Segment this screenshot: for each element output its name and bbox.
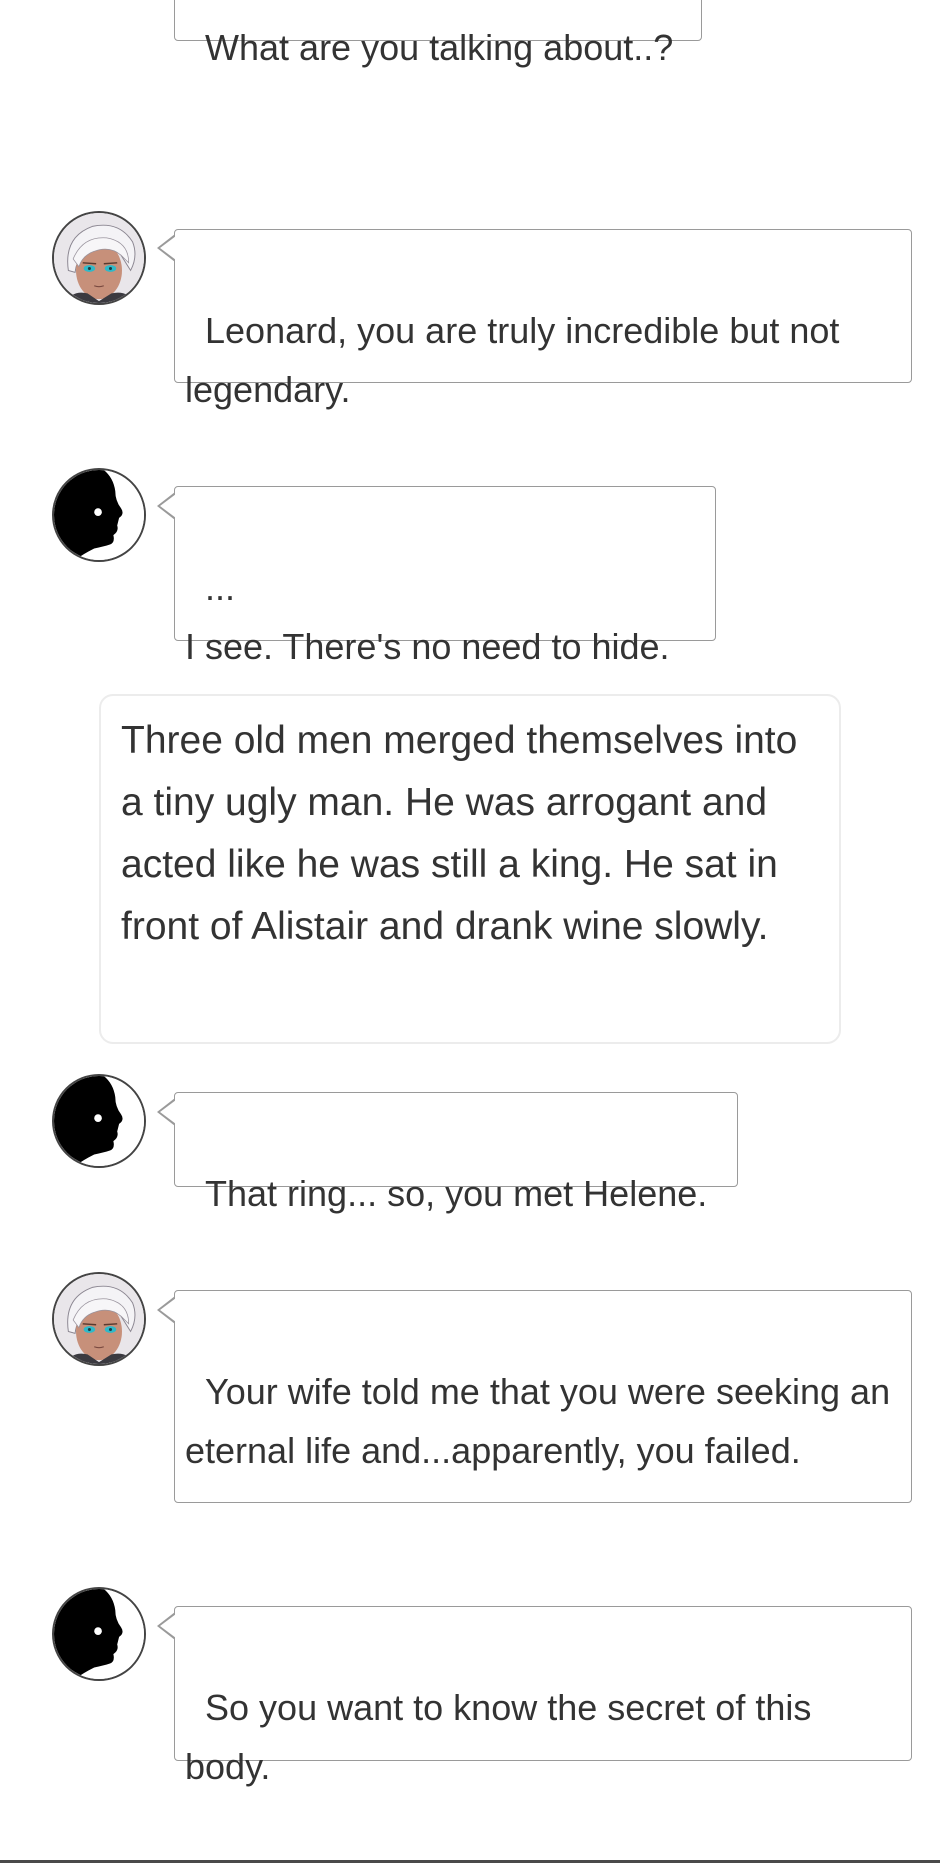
message-text: So you want to know the secret of this b… bbox=[185, 1687, 822, 1787]
message-text: ... I see. There's no need to hide. bbox=[185, 567, 670, 667]
chat-bubble: Leonard, you are truly incredible but no… bbox=[174, 229, 912, 410]
character-avatar-silhouette bbox=[52, 1587, 146, 1681]
message-text: That ring... so, you met Helene. bbox=[205, 1173, 708, 1214]
bubble-tail-fill bbox=[160, 1100, 176, 1124]
message-text: What are you talking about..? bbox=[205, 27, 674, 68]
message-text: Leonard, you are truly incredible but no… bbox=[185, 310, 850, 410]
chat-bubble: What are you talking about..? bbox=[174, 0, 702, 68]
bubble-tail-fill bbox=[160, 494, 176, 518]
message-text: Your wife told me that you were seeking … bbox=[185, 1371, 901, 1471]
character-avatar-white-haired bbox=[52, 211, 146, 305]
chat-bubble: So you want to know the secret of this b… bbox=[174, 1606, 912, 1787]
bubble-tail-fill bbox=[160, 236, 176, 260]
character-avatar-silhouette bbox=[52, 468, 146, 562]
bubble-tail-fill bbox=[160, 1614, 176, 1638]
chat-bubble: ... I see. There's no need to hide. bbox=[174, 486, 716, 667]
narration-box: Three old men merged themselves into a t… bbox=[99, 694, 841, 1044]
bubble-tail-fill bbox=[160, 1298, 176, 1322]
character-avatar-silhouette bbox=[52, 1074, 146, 1168]
narration-text: Three old men merged themselves into a t… bbox=[121, 719, 798, 948]
chat-bubble: That ring... so, you met Helene. bbox=[174, 1092, 738, 1214]
character-avatar-white-haired bbox=[52, 1272, 146, 1366]
chat-bubble: Your wife told me that you were seeking … bbox=[174, 1290, 912, 1503]
